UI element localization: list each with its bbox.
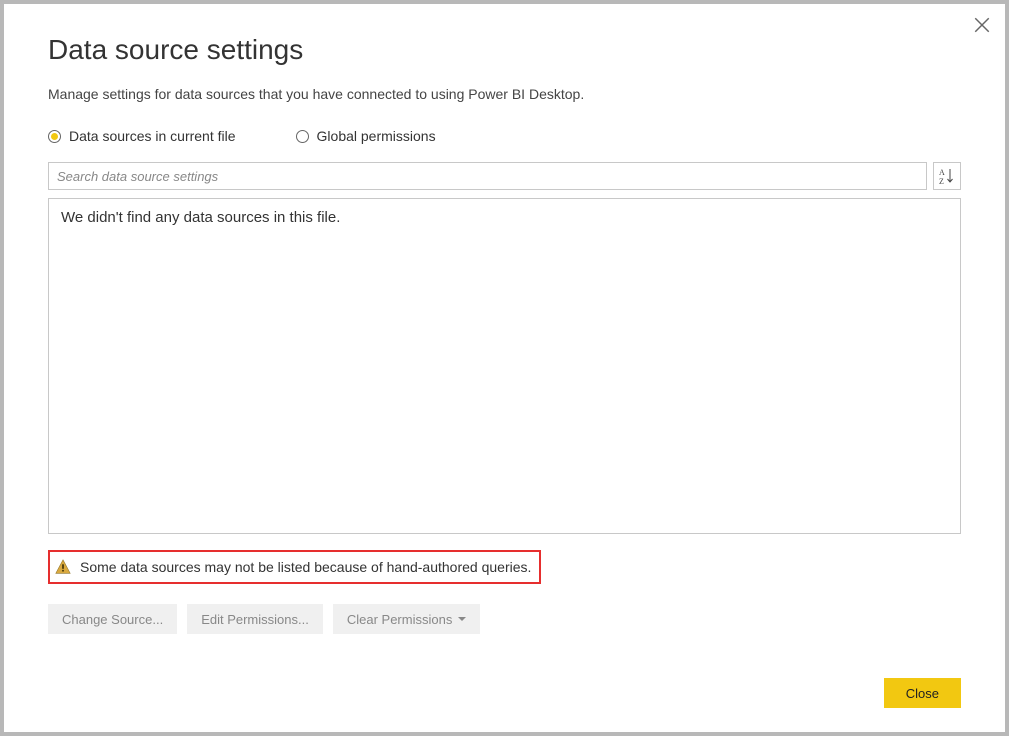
list-empty-message: We didn't find any data sources in this … <box>61 209 340 226</box>
radio-current-file[interactable]: Data sources in current file <box>48 128 236 144</box>
svg-text:A: A <box>939 168 945 177</box>
close-button[interactable]: Close <box>884 678 961 708</box>
radio-current-file-label: Data sources in current file <box>69 128 236 144</box>
data-source-list: We didn't find any data sources in this … <box>48 198 961 534</box>
svg-text:Z: Z <box>939 177 944 185</box>
radio-dot-icon <box>48 130 61 143</box>
dialog-title: Data source settings <box>48 34 961 66</box>
scope-radio-group: Data sources in current file Global perm… <box>48 128 961 144</box>
chevron-down-icon <box>458 617 466 621</box>
action-button-row: Change Source... Edit Permissions... Cle… <box>48 604 961 634</box>
dialog-footer: Close <box>48 678 961 712</box>
data-source-settings-dialog: Data source settings Manage settings for… <box>4 4 1005 732</box>
clear-permissions-label: Clear Permissions <box>347 612 452 627</box>
dialog-subtitle: Manage settings for data sources that yo… <box>48 86 961 102</box>
edit-permissions-button[interactable]: Edit Permissions... <box>187 604 323 634</box>
radio-global-label: Global permissions <box>317 128 436 144</box>
search-input[interactable] <box>48 162 927 190</box>
warning-icon <box>54 558 72 576</box>
sort-button[interactable]: A Z <box>933 162 961 190</box>
clear-permissions-button[interactable]: Clear Permissions <box>333 604 480 634</box>
radio-global-permissions[interactable]: Global permissions <box>296 128 436 144</box>
sort-az-icon: A Z <box>939 167 955 185</box>
warning-text: Some data sources may not be listed beca… <box>80 559 531 575</box>
radio-dot-icon <box>296 130 309 143</box>
change-source-button[interactable]: Change Source... <box>48 604 177 634</box>
search-row: A Z <box>48 162 961 190</box>
warning-banner: Some data sources may not be listed beca… <box>48 550 541 584</box>
close-icon[interactable] <box>973 16 991 34</box>
